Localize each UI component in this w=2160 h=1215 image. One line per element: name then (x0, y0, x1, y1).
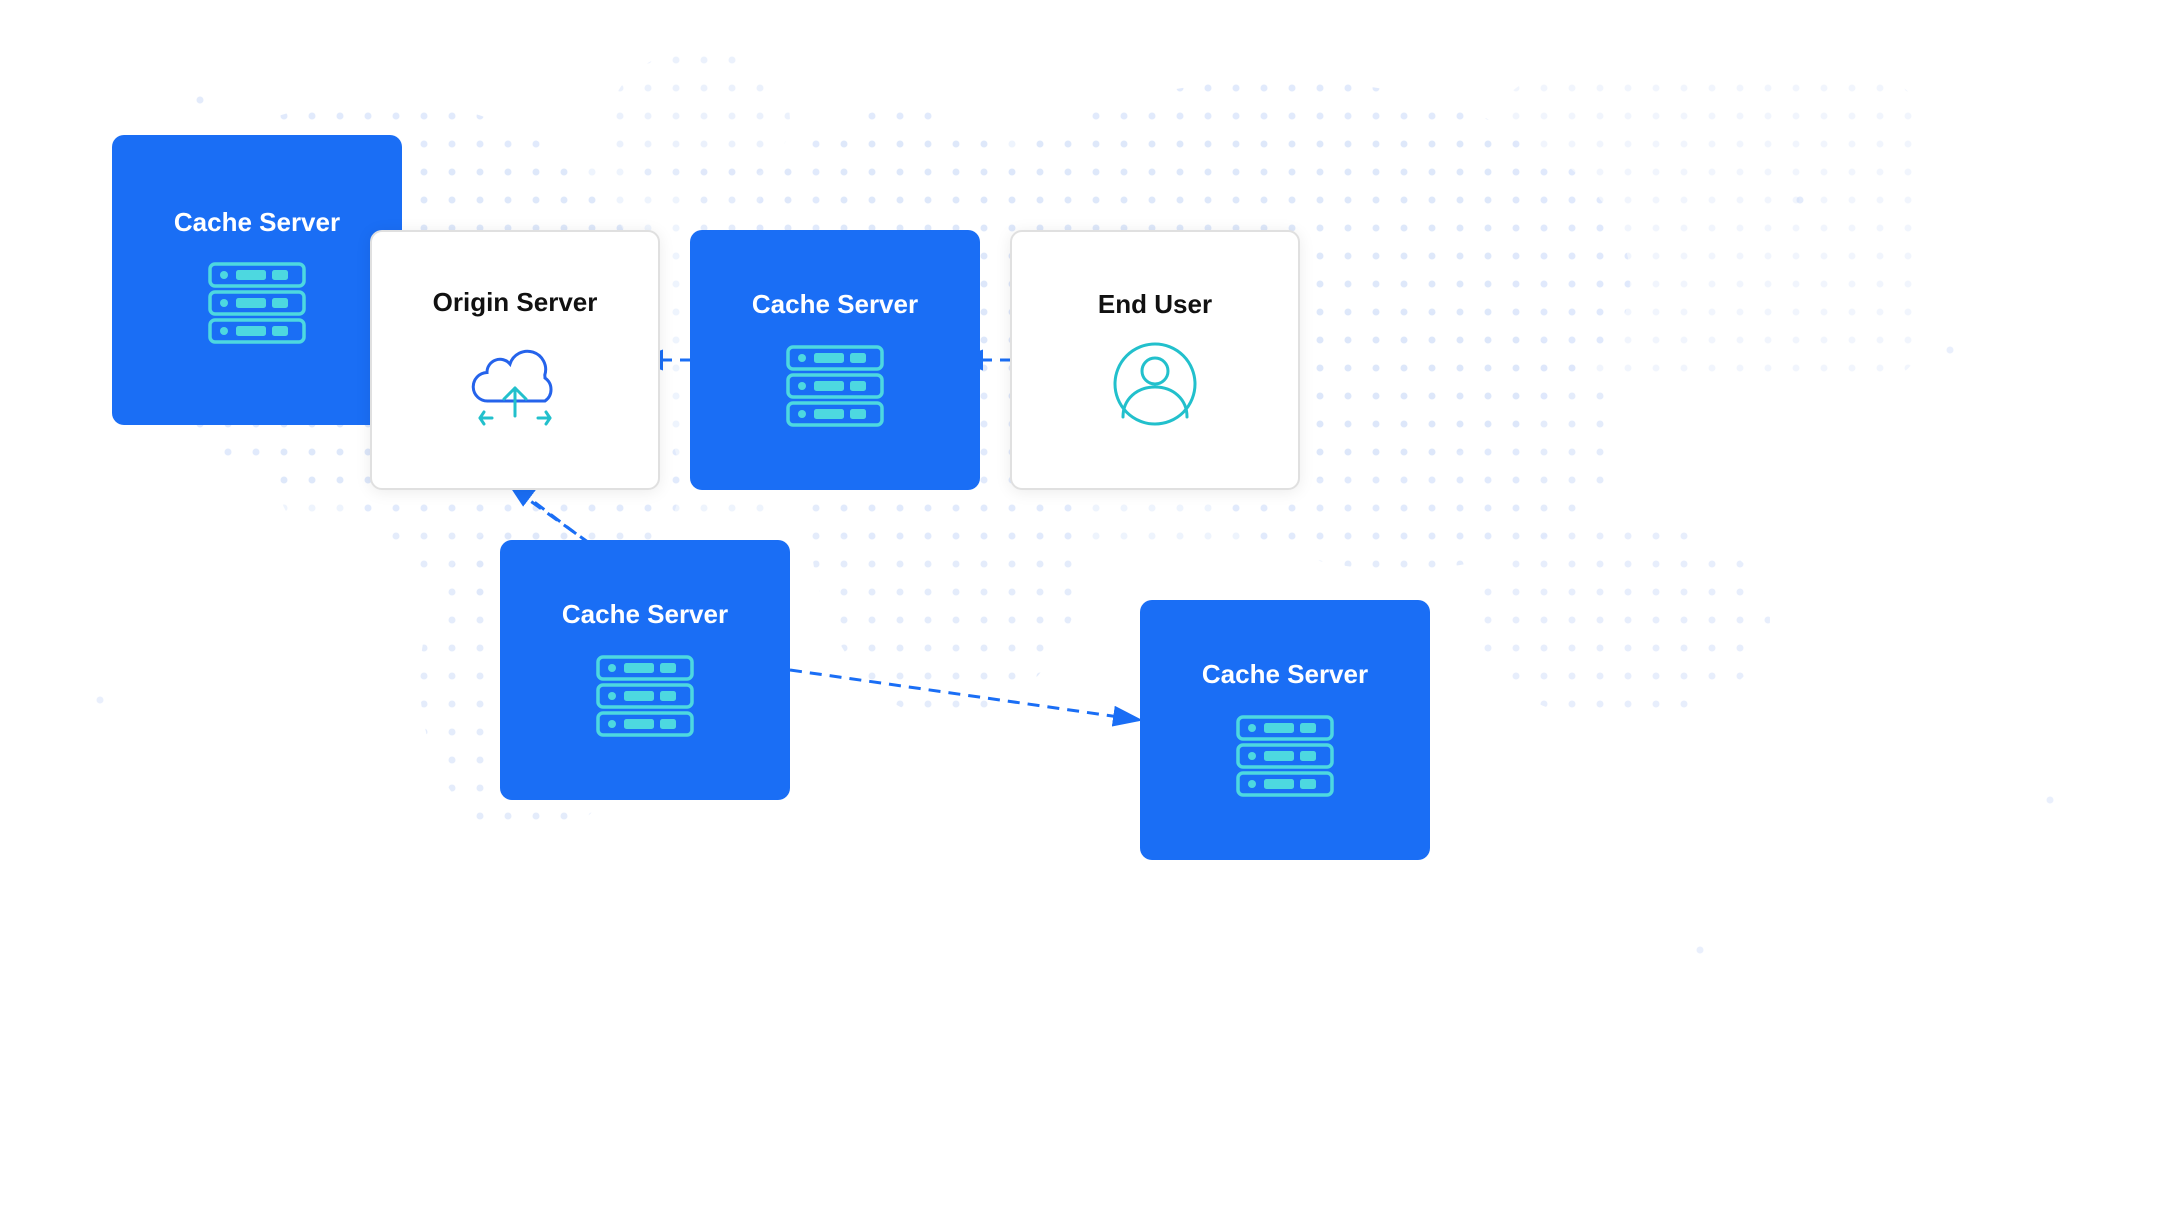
end-user-label: End User (1098, 289, 1212, 320)
cache-server-center: Cache Server (690, 230, 980, 490)
server-icon-bottom-right (1230, 709, 1340, 799)
end-user: End User (1010, 230, 1300, 490)
arrow-cache-bottom-center-to-cache-bottom-right (790, 670, 1140, 720)
diagram-container: Cache Server Origi (0, 0, 2160, 1215)
cache-server-top-left-label: Cache Server (174, 207, 340, 238)
cache-server-bottom-right: Cache Server (1140, 600, 1430, 860)
server-icon-center (780, 339, 890, 429)
cache-server-bottom-center: Cache Server (500, 540, 790, 800)
server-icon-top-left (202, 256, 312, 351)
server-icon-bottom-center (590, 649, 700, 739)
origin-server-label: Origin Server (433, 287, 598, 318)
user-icon (1105, 339, 1205, 429)
cloud-icon (460, 336, 570, 431)
origin-server: Origin Server (370, 230, 660, 490)
cache-server-bottom-right-label: Cache Server (1202, 659, 1368, 690)
cache-server-top-left: Cache Server (112, 135, 402, 425)
cache-server-bottom-center-label: Cache Server (562, 599, 728, 630)
cache-server-center-label: Cache Server (752, 289, 918, 320)
